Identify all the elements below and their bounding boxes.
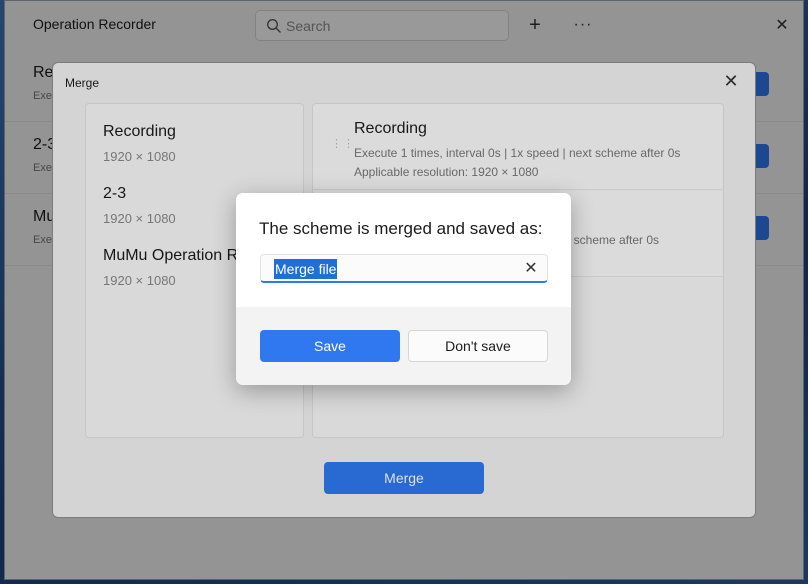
clear-icon[interactable]: ✕ [521, 259, 541, 279]
save-dialog-content [236, 193, 571, 307]
scheme-name-field[interactable]: Merge file ✕ [260, 254, 548, 283]
save-scheme-dialog: The scheme is merged and saved as: Merge… [236, 193, 571, 385]
dont-save-button[interactable]: Don't save [408, 330, 548, 362]
scheme-name-input[interactable]: Merge file [274, 259, 338, 279]
save-dialog-heading: The scheme is merged and saved as: [259, 219, 543, 238]
save-button[interactable]: Save [260, 330, 400, 362]
